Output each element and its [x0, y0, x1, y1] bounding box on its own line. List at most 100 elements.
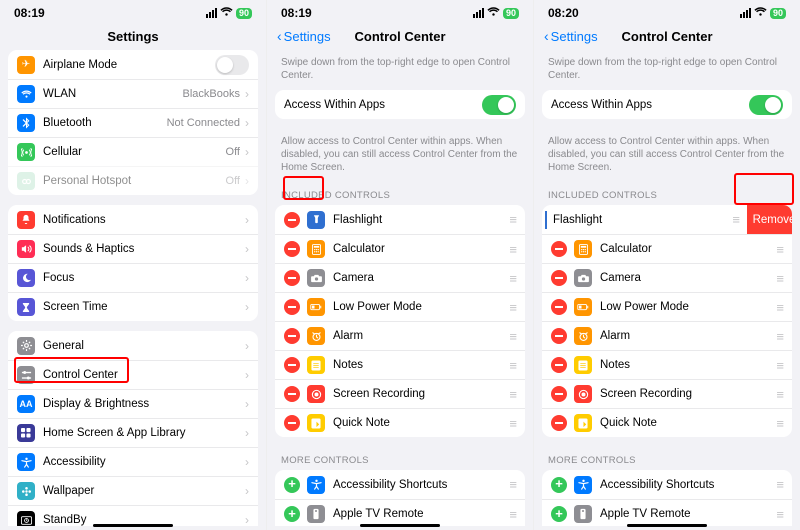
remove-icon[interactable] [284, 299, 300, 315]
cell-signal-icon [740, 8, 751, 18]
alarm-icon [307, 327, 325, 345]
row-calculator[interactable]: Calculator≡ [275, 234, 525, 263]
row-alarm[interactable]: Alarm≡ [542, 321, 792, 350]
row-calculator[interactable]: Calculator≡ [542, 234, 792, 263]
row-lpm[interactable]: Low Power Mode≡ [275, 292, 525, 321]
add-icon[interactable] [284, 477, 300, 493]
remove-button[interactable]: Remove [747, 205, 792, 234]
row-cellular[interactable]: Cellular Off› [8, 137, 258, 166]
drag-handle-icon[interactable]: ≡ [776, 271, 783, 286]
remove-icon[interactable] [284, 212, 300, 228]
drag-handle-icon[interactable]: ≡ [776, 416, 783, 431]
row-bluetooth[interactable]: Bluetooth Not Connected› [8, 108, 258, 137]
drag-handle-icon[interactable]: ≡ [509, 358, 516, 373]
remove-icon[interactable] [284, 241, 300, 257]
remove-icon[interactable] [284, 328, 300, 344]
drag-handle-icon[interactable]: ≡ [776, 387, 783, 402]
row-camera[interactable]: Camera≡ [275, 263, 525, 292]
remove-icon[interactable] [284, 386, 300, 402]
drag-handle-icon[interactable]: ≡ [509, 329, 516, 344]
row-screentime[interactable]: Screen Time› [8, 292, 258, 321]
chevron-right-icon: › [245, 484, 249, 498]
drag-handle-icon[interactable]: ≡ [509, 507, 516, 522]
row-flashlight-shifted[interactable]: Flashlight ≡ Remove [542, 205, 792, 234]
drag-handle-icon[interactable]: ≡ [776, 242, 783, 257]
row-atv[interactable]: Apple TV Remote≡ [542, 499, 792, 526]
remove-icon[interactable] [551, 241, 567, 257]
drag-handle-icon[interactable]: ≡ [509, 242, 516, 257]
back-button[interactable]: ‹Settings [544, 29, 598, 44]
row-hotspot[interactable]: Personal Hotspot Off› [8, 166, 258, 195]
add-icon[interactable] [284, 506, 300, 522]
row-access-within-apps[interactable]: Access Within Apps [275, 90, 525, 119]
header-more: MORE CONTROLS [542, 447, 792, 470]
battery-icon: 90 [770, 8, 786, 19]
drag-handle-icon[interactable]: ≡ [509, 387, 516, 402]
drag-handle-icon[interactable]: ≡ [732, 212, 739, 227]
drag-handle-icon[interactable]: ≡ [776, 358, 783, 373]
row-airplane[interactable]: ✈ Airplane Mode [8, 50, 258, 79]
drag-handle-icon[interactable]: ≡ [509, 300, 516, 315]
row-quicknote[interactable]: Quick Note≡ [275, 408, 525, 437]
row-accessibility[interactable]: Accessibility› [8, 447, 258, 476]
drag-handle-icon[interactable]: ≡ [776, 300, 783, 315]
status-bar: 08:19 90 [267, 0, 533, 22]
row-camera[interactable]: Camera≡ [542, 263, 792, 292]
alarm-icon [574, 327, 592, 345]
drag-handle-icon[interactable]: ≡ [776, 507, 783, 522]
add-icon[interactable] [551, 506, 567, 522]
row-general[interactable]: General› [8, 331, 258, 360]
row-access-within-apps[interactable]: Access Within Apps [542, 90, 792, 119]
remove-icon[interactable] [551, 386, 567, 402]
row-alarm[interactable]: Alarm≡ [275, 321, 525, 350]
access-toggle[interactable] [749, 95, 783, 115]
row-control-center[interactable]: Control Center› [8, 360, 258, 389]
row-homescreen[interactable]: Home Screen & App Library› [8, 418, 258, 447]
hint-access: Allow access to Control Center within ap… [275, 129, 525, 182]
remove-icon[interactable] [551, 328, 567, 344]
cell-signal-icon [473, 8, 484, 18]
row-atv[interactable]: Apple TV Remote≡ [275, 499, 525, 526]
row-quicknote[interactable]: Quick Note≡ [542, 408, 792, 437]
drag-handle-icon[interactable]: ≡ [509, 212, 516, 227]
row-lpm[interactable]: Low Power Mode≡ [542, 292, 792, 321]
airplane-toggle[interactable] [215, 55, 249, 75]
remove-icon[interactable] [284, 357, 300, 373]
row-as[interactable]: Accessibility Shortcuts≡ [542, 470, 792, 499]
drag-handle-icon[interactable]: ≡ [509, 477, 516, 492]
chevron-right-icon: › [245, 271, 249, 285]
drag-handle-icon[interactable]: ≡ [776, 477, 783, 492]
drag-handle-icon[interactable]: ≡ [509, 416, 516, 431]
chevron-right-icon: › [245, 426, 249, 440]
row-rec[interactable]: Screen Recording≡ [275, 379, 525, 408]
remove-icon[interactable] [284, 415, 300, 431]
access-toggle[interactable] [482, 95, 516, 115]
row-notifications[interactable]: Notifications› [8, 205, 258, 234]
row-as[interactable]: Accessibility Shortcuts≡ [275, 470, 525, 499]
remove-icon[interactable] [551, 299, 567, 315]
cellular-icon [17, 143, 35, 161]
remove-icon[interactable] [284, 270, 300, 286]
remove-icon[interactable] [551, 415, 567, 431]
row-display[interactable]: AA Display & Brightness› [8, 389, 258, 418]
drag-handle-icon[interactable]: ≡ [776, 329, 783, 344]
screen-control-center-remove: 08:20 90 ‹Settings Control Center Swipe … [533, 0, 800, 530]
gear-icon [17, 337, 35, 355]
add-icon[interactable] [551, 477, 567, 493]
row-wlan[interactable]: WLAN BlackBooks› [8, 79, 258, 108]
record-icon [307, 385, 325, 403]
row-sounds[interactable]: Sounds & Haptics› [8, 234, 258, 263]
row-rec[interactable]: Screen Recording≡ [542, 379, 792, 408]
row-notes[interactable]: Notes≡ [542, 350, 792, 379]
row-focus[interactable]: Focus› [8, 263, 258, 292]
wifi-app-icon [17, 85, 35, 103]
row-wallpaper[interactable]: Wallpaper› [8, 476, 258, 505]
drag-handle-icon[interactable]: ≡ [509, 271, 516, 286]
back-button[interactable]: ‹Settings [277, 29, 331, 44]
row-notes[interactable]: Notes≡ [275, 350, 525, 379]
remove-icon[interactable] [551, 270, 567, 286]
grid-icon [17, 424, 35, 442]
row-flashlight[interactable]: Flashlight≡ [275, 205, 525, 234]
remove-icon[interactable] [551, 357, 567, 373]
screen-settings: 08:19 90 Settings ✈ Airplane Mode WLAN B… [0, 0, 266, 530]
